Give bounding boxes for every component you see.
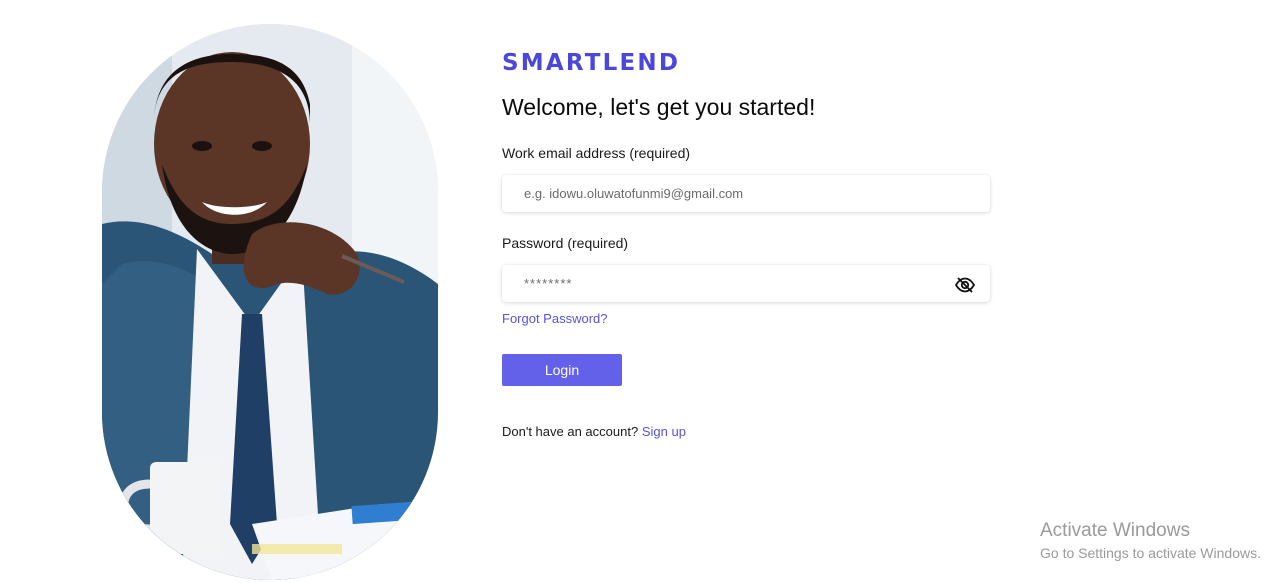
watermark-title: Activate Windows xyxy=(1040,520,1190,541)
email-field[interactable] xyxy=(502,175,990,212)
hero-photo xyxy=(102,24,438,580)
password-field-wrapper xyxy=(502,265,990,302)
signup-link[interactable]: Sign up xyxy=(642,424,686,439)
forgot-password-link[interactable]: Forgot Password? xyxy=(502,310,992,327)
password-field[interactable] xyxy=(502,265,990,302)
eye-off-icon[interactable] xyxy=(954,276,976,294)
signup-prompt: Don't have an account? Sign up xyxy=(502,423,992,440)
login-form: SMARTLEND Welcome, let's get you started… xyxy=(502,48,992,440)
email-label: Work email address (required) xyxy=(502,145,691,161)
login-button[interactable]: Login xyxy=(502,354,622,386)
page-title: Welcome, let's get you started! xyxy=(502,94,816,120)
signup-prompt-text: Don't have an account? xyxy=(502,424,639,439)
email-field-wrapper xyxy=(502,175,990,212)
watermark-subtitle: Go to Settings to activate Windows. xyxy=(1040,545,1261,561)
login-page: SMARTLEND Welcome, let's get you started… xyxy=(0,0,1282,583)
activate-windows-watermark: Activate Windows Go to Settings to activ… xyxy=(1040,520,1261,562)
hero-illustration xyxy=(102,24,438,580)
brand-logo: SMARTLEND xyxy=(502,50,681,76)
password-label: Password (required) xyxy=(502,235,629,251)
